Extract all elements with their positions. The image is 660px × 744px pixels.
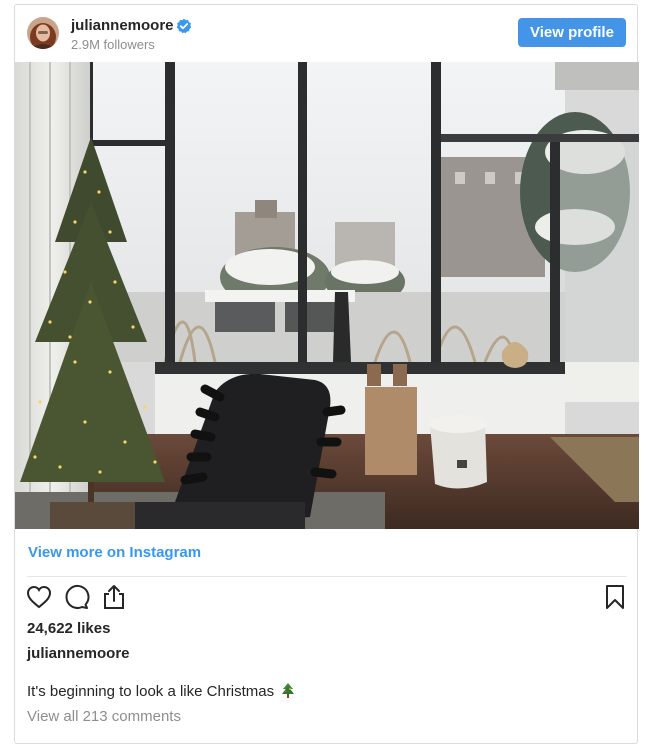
post-caption: It's beginning to look a like Christmas xyxy=(27,683,295,702)
follower-count: 2.9M followers xyxy=(71,37,155,52)
username[interactable]: juliannemoore xyxy=(71,17,174,34)
verified-badge-icon xyxy=(176,18,192,34)
heart-icon[interactable] xyxy=(25,583,53,611)
divider xyxy=(27,576,627,577)
post-header: juliannemoore 2.9M followers View profil… xyxy=(15,5,637,62)
christmas-tree-icon xyxy=(282,683,295,702)
avatar[interactable] xyxy=(27,17,59,49)
post-author[interactable]: juliannemoore xyxy=(27,645,130,662)
view-comments-link[interactable]: View all 213 comments xyxy=(27,708,181,725)
action-bar xyxy=(15,583,637,615)
view-more-link[interactable]: View more on Instagram xyxy=(28,544,201,561)
comment-icon[interactable] xyxy=(62,583,90,611)
living-room-photo xyxy=(15,62,639,529)
post-photo[interactable] xyxy=(15,62,639,529)
instagram-embed-card: juliannemoore 2.9M followers View profil… xyxy=(14,4,639,744)
view-profile-button[interactable]: View profile xyxy=(518,18,626,47)
share-icon[interactable] xyxy=(100,583,128,611)
bookmark-icon[interactable] xyxy=(601,583,629,611)
caption-text: It's beginning to look a like Christmas xyxy=(27,683,275,700)
like-count[interactable]: 24,622 likes xyxy=(27,620,110,637)
